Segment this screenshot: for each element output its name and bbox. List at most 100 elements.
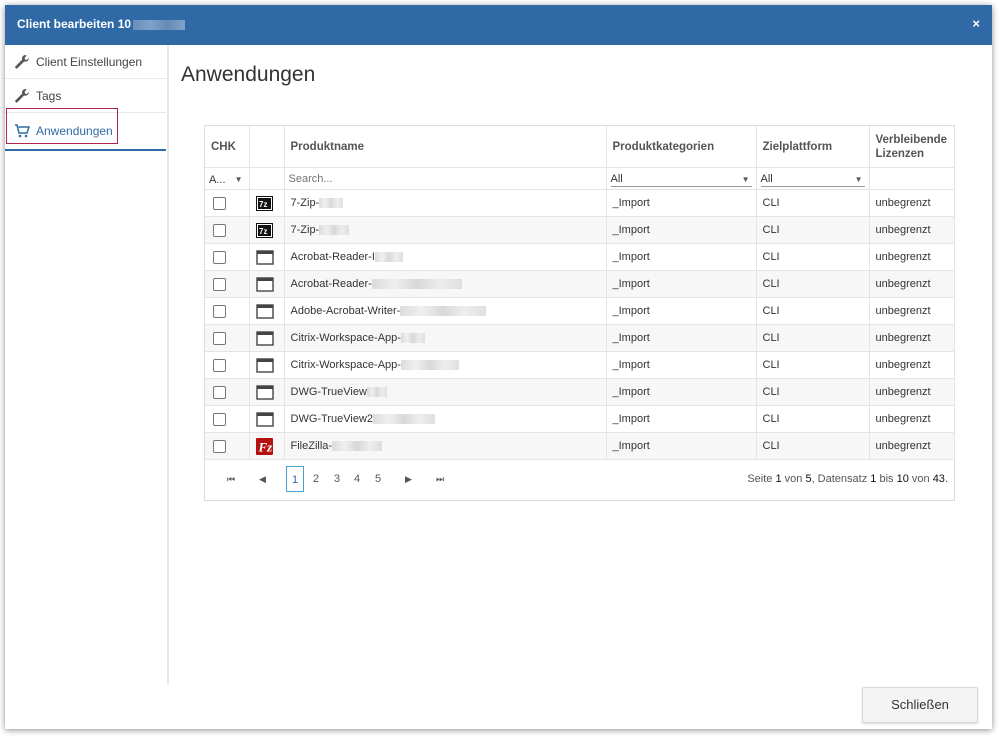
row-produktname: FileZilla-	[283, 432, 607, 460]
last-page-icon[interactable]: ⏭	[436, 474, 444, 485]
row-checkbox[interactable]	[213, 223, 226, 237]
svg-text:Fz: Fz	[257, 439, 273, 454]
next-page-icon[interactable]: ▶	[405, 474, 412, 485]
dialog-title: Client bearbeiten 10	[17, 17, 186, 31]
page-button-4[interactable]: 4	[348, 466, 366, 492]
plattform-filter-select[interactable]: All ▼	[755, 167, 870, 190]
info-text: von	[781, 473, 806, 485]
row-icon-cell	[248, 351, 285, 379]
icon-filter-cell	[248, 167, 285, 190]
row-checkbox[interactable]	[213, 439, 226, 453]
row-icon-cell	[248, 405, 285, 433]
product-name: Acrobat-Reader-I	[290, 251, 375, 263]
first-page-icon[interactable]: ⏮	[227, 474, 235, 485]
dialog-titlebar: Client bearbeiten 10 ×	[5, 5, 992, 45]
column-header-verbleibende-lizenzen[interactable]: Verbleibende Lizenzen	[868, 126, 955, 168]
row-checkbox-cell	[205, 243, 250, 271]
filezilla-icon: Fz	[255, 437, 273, 455]
redacted-version	[373, 414, 436, 425]
row-kategorie: _Import	[605, 243, 757, 271]
row-lizenzen: unbegrenzt	[868, 189, 955, 217]
window-icon	[255, 384, 274, 400]
redacted-version	[319, 198, 344, 209]
redacted-version	[400, 360, 459, 371]
row-plattform: CLI	[755, 270, 870, 298]
column-header-produktname[interactable]: Produktname	[283, 126, 607, 168]
table-row[interactable]: Citrix-Workspace-App- _Import CLI unbegrenz…	[205, 324, 955, 352]
page-button-3[interactable]: 3	[328, 466, 346, 492]
close-icon[interactable]: ×	[972, 16, 980, 31]
product-name: Citrix-Workspace-App-	[290, 359, 401, 371]
table-row[interactable]: Fz FileZilla- _Import CLI unbegrenzt	[205, 432, 955, 460]
row-checkbox[interactable]	[213, 331, 226, 345]
row-checkbox[interactable]	[213, 385, 226, 399]
7zip-icon: 7z	[255, 222, 273, 238]
row-checkbox[interactable]	[213, 196, 226, 210]
close-button[interactable]: Schließen	[862, 687, 978, 723]
sidebar-item-client-einstellungen[interactable]: Client Einstellungen	[5, 45, 166, 79]
row-checkbox-cell	[205, 324, 250, 352]
row-kategorie: _Import	[605, 324, 757, 352]
name-filter-cell	[283, 167, 607, 190]
row-icon-cell	[248, 243, 285, 271]
edit-client-dialog: Client bearbeiten 10 × Client Einstellun…	[5, 5, 992, 729]
table-row[interactable]: 7z 7-Zip- _Import CLI unbegrenzt	[205, 216, 955, 244]
row-checkbox-cell	[205, 378, 250, 406]
window-icon	[255, 357, 274, 373]
chevron-down-icon: ▼	[234, 175, 243, 184]
row-checkbox[interactable]	[213, 277, 226, 291]
table-row[interactable]: Adobe-Acrobat-Writer- _Import CLI unbegrenz…	[205, 297, 955, 325]
sidebar-item-label: Tags	[36, 88, 62, 103]
kategorie-filter-select[interactable]: All ▼	[605, 167, 757, 190]
pagination-info: Seite 1 von 5, Datensatz 1 bis 10 von 43…	[747, 473, 948, 485]
wrench-icon	[14, 88, 30, 104]
table-row[interactable]: Acrobat-Reader- _Import CLI unbegrenzt	[205, 270, 955, 298]
row-plattform: CLI	[755, 405, 870, 433]
info-total: 43	[932, 473, 945, 485]
table-row[interactable]: Acrobat-Reader-I _Import CLI unbegrenzt	[205, 243, 955, 271]
applications-table: CHK Produktname Produktkategorien Zielpl…	[205, 126, 955, 460]
info-text: von	[908, 473, 933, 485]
row-checkbox[interactable]	[213, 304, 226, 318]
redacted-version	[400, 333, 425, 344]
column-header-zielplattform[interactable]: Zielplattform	[755, 126, 870, 168]
table-row[interactable]: DWG-TrueView2 _Import CLI unbegrenzt	[205, 405, 955, 433]
row-checkbox[interactable]	[213, 358, 226, 372]
row-icon-cell: 7z	[248, 189, 285, 217]
page-button-5[interactable]: 5	[369, 466, 387, 492]
applications-grid: CHK Produktname Produktkategorien Zielpl…	[204, 125, 955, 501]
table-row[interactable]: Citrix-Workspace-App- _Import CLI unbegrenz…	[205, 351, 955, 379]
svg-text:7z: 7z	[259, 200, 267, 209]
column-header-chk[interactable]: CHK	[205, 126, 250, 168]
row-plattform: CLI	[755, 351, 870, 379]
sidebar-item-label: Client Einstellungen	[36, 54, 143, 69]
info-text: .	[944, 473, 948, 485]
row-checkbox[interactable]	[213, 250, 226, 264]
window-icon	[255, 411, 274, 427]
table-row[interactable]: DWG-TrueView _Import CLI unbegrenzt	[205, 378, 955, 406]
column-header-produktkategorien[interactable]: Produktkategorien	[605, 126, 757, 168]
page-button-2[interactable]: 2	[307, 466, 325, 492]
7zip-icon: 7z	[255, 195, 273, 211]
row-checkbox-cell	[205, 432, 250, 460]
page-button-1[interactable]: 1	[286, 466, 304, 492]
row-lizenzen: unbegrenzt	[868, 324, 955, 352]
chk-filter-select[interactable]: A... ▼	[205, 167, 250, 190]
row-produktname: Acrobat-Reader-	[283, 270, 607, 298]
product-name: DWG-TrueView2	[290, 413, 374, 425]
previous-page-icon[interactable]: ◀	[259, 474, 266, 485]
row-lizenzen: unbegrenzt	[868, 270, 955, 298]
row-icon-cell	[248, 270, 285, 298]
svg-text:7z: 7z	[259, 227, 267, 236]
product-name: 7-Zip-	[290, 224, 320, 236]
search-input[interactable]	[288, 172, 602, 185]
redacted-client-id	[133, 19, 186, 30]
redacted-version	[374, 252, 403, 263]
row-lizenzen: unbegrenzt	[868, 432, 955, 460]
row-produktname: Citrix-Workspace-App-	[283, 324, 607, 352]
window-icon	[255, 249, 274, 265]
table-row[interactable]: 7z 7-Zip- _Import CLI unbegrenzt	[205, 189, 955, 217]
redacted-version	[332, 441, 383, 452]
chevron-down-icon: ▼	[741, 174, 750, 184]
row-checkbox[interactable]	[213, 412, 226, 426]
